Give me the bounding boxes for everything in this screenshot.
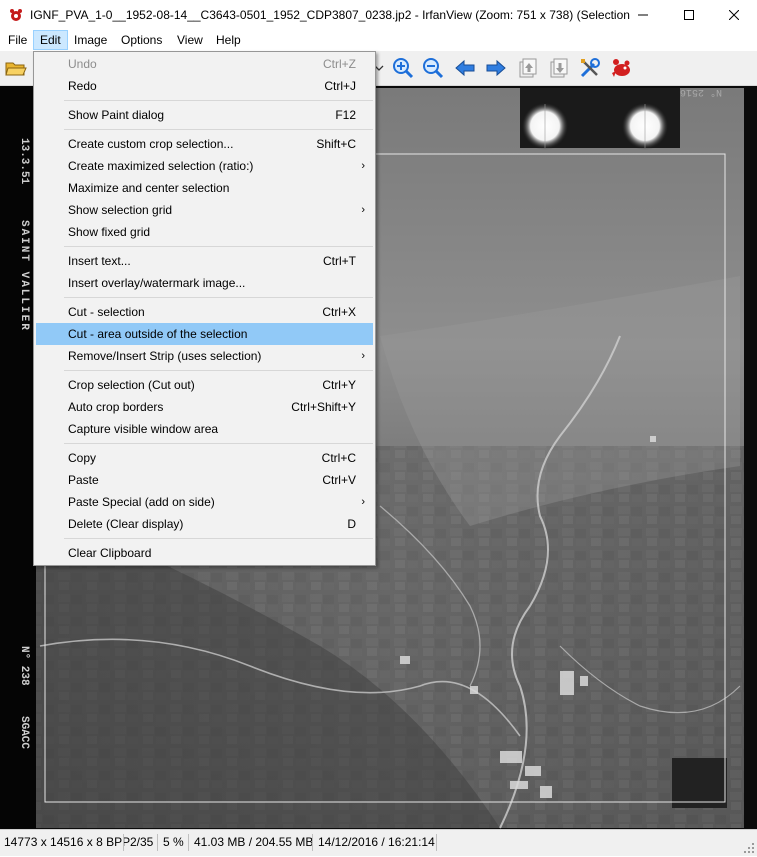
menu-item-copy[interactable]: Copy Ctrl+C [36, 447, 373, 469]
menu-bar: File Edit Image Options View Help [0, 30, 757, 50]
maximize-icon [684, 10, 694, 20]
menu-item-show-paint-dialog[interactable]: Show Paint dialog F12 [36, 104, 373, 126]
menu-item-capture-window[interactable]: Capture visible window area [36, 418, 373, 440]
photo-date-label: 13.3.51 [18, 138, 30, 185]
zoom-in-icon[interactable] [391, 56, 415, 80]
submenu-arrow-icon: › [361, 350, 365, 362]
menu-item-paste-special[interactable]: Paste Special (add on side) › [36, 491, 373, 513]
menu-item-redo[interactable]: Redo Ctrl+J [36, 75, 373, 97]
minimize-icon [638, 14, 648, 16]
submenu-arrow-icon: › [361, 496, 365, 508]
edit-menu-dropdown: Undo Ctrl+Z Redo Ctrl+J Show Paint dialog F… [33, 51, 376, 566]
menu-item-remove-insert-strip[interactable]: Remove/Insert Strip (uses selection) › [36, 345, 373, 367]
title-bar: IGNF_PVA_1-0__1952-08-14__C3643-0501_195… [0, 0, 757, 30]
status-datetime: 14/12/2016 / 16:21:14 [318, 835, 435, 849]
submenu-arrow-icon: › [361, 204, 365, 216]
menu-item-custom-crop[interactable]: Create custom crop selection... Shift+C [36, 133, 373, 155]
tools-icon[interactable] [578, 56, 602, 80]
menu-item-selection-grid[interactable]: Show selection grid › [36, 199, 373, 221]
photo-agency-label: SGACC [18, 716, 30, 750]
menu-options[interactable]: Options [115, 30, 168, 50]
irfanview-app-icon [8, 7, 24, 23]
menu-item-insert-text[interactable]: Insert text... Ctrl+T [36, 250, 373, 272]
menu-item-maximized-selection[interactable]: Create maximized selection (ratio:) › [36, 155, 373, 177]
status-page: 2/35 [130, 835, 154, 849]
photo-frame-corner-label: N° 2516 [680, 86, 723, 97]
menu-item-fixed-grid[interactable]: Show fixed grid [36, 221, 373, 243]
menu-item-cut-outside-selection[interactable]: Cut - area outside of the selection [36, 323, 373, 345]
prev-arrow-icon[interactable] [453, 56, 477, 80]
maximize-button[interactable] [666, 0, 712, 30]
status-memory: 41.03 MB / 204.55 MB [194, 835, 314, 849]
zoom-out-icon[interactable] [421, 56, 445, 80]
photo-place-label: SAINT VALLIER [18, 220, 30, 332]
minimize-button[interactable] [620, 0, 666, 30]
window-title: IGNF_PVA_1-0__1952-08-14__C3643-0501_195… [30, 8, 630, 22]
page-up-icon[interactable] [516, 56, 540, 80]
irfanview-logo-icon[interactable] [610, 56, 634, 80]
status-bar: 14773 x 14516 x 8 BPP 2/35 5 % 41.03 MB … [0, 829, 757, 856]
close-button[interactable] [711, 0, 757, 30]
page-down-icon[interactable] [547, 56, 571, 80]
menu-file[interactable]: File [2, 30, 33, 50]
next-arrow-icon[interactable] [484, 56, 508, 80]
menu-edit[interactable]: Edit [33, 30, 68, 50]
open-folder-icon[interactable] [4, 56, 28, 80]
status-dimensions: 14773 x 14516 x 8 BPP [4, 835, 131, 849]
menu-item-crop-selection[interactable]: Crop selection (Cut out) Ctrl+Y [36, 374, 373, 396]
submenu-arrow-icon: › [361, 160, 365, 172]
menu-item-clear-clipboard[interactable]: Clear Clipboard [36, 542, 373, 564]
photo-number-label: N° 238 [18, 646, 30, 686]
resize-grip-icon[interactable] [743, 842, 755, 854]
menu-item-delete[interactable]: Delete (Clear display) D [36, 513, 373, 535]
menu-item-cut-selection[interactable]: Cut - selection Ctrl+X [36, 301, 373, 323]
menu-item-auto-crop[interactable]: Auto crop borders Ctrl+Shift+Y [36, 396, 373, 418]
menu-view[interactable]: View [171, 30, 209, 50]
status-zoom: 5 % [163, 835, 184, 849]
menu-item-maximize-center[interactable]: Maximize and center selection [36, 177, 373, 199]
menu-item-insert-overlay[interactable]: Insert overlay/watermark image... [36, 272, 373, 294]
menu-item-paste[interactable]: Paste Ctrl+V [36, 469, 373, 491]
close-icon [729, 10, 739, 20]
menu-item-undo[interactable]: Undo Ctrl+Z [36, 53, 373, 75]
menu-image[interactable]: Image [68, 30, 113, 50]
menu-help[interactable]: Help [210, 30, 247, 50]
